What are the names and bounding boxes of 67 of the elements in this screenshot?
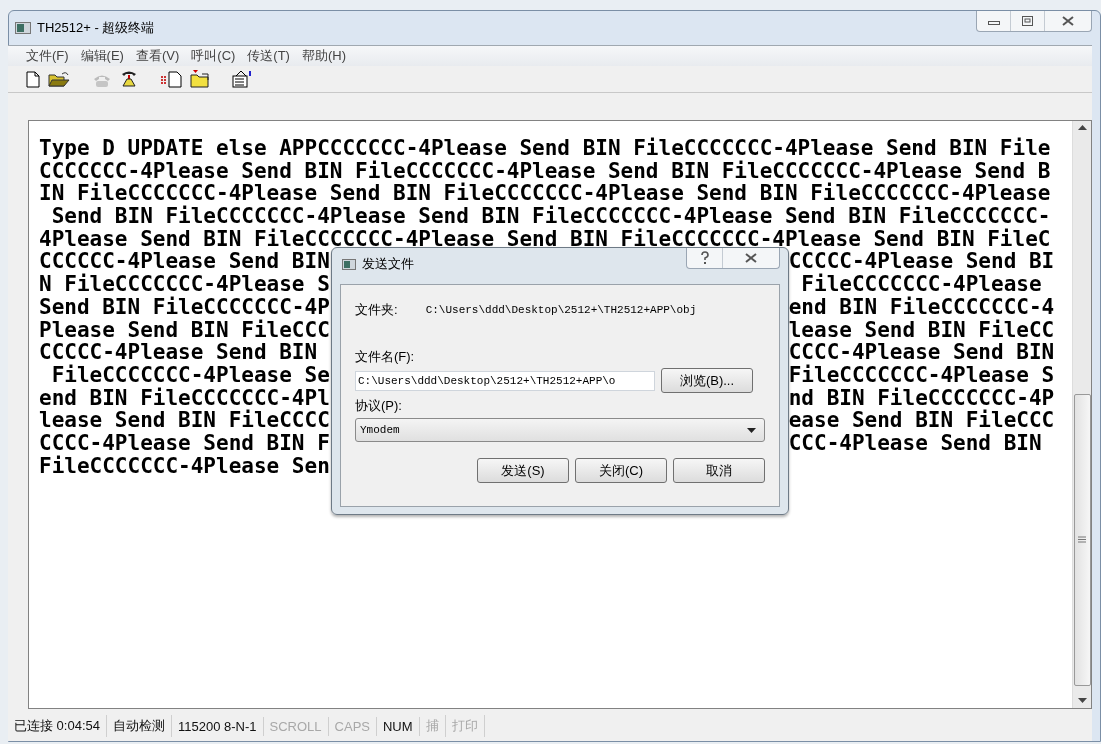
menu-item[interactable]: 呼叫(C) <box>191 47 236 65</box>
menu-item[interactable]: 帮助(H) <box>301 47 346 65</box>
terminal-line: CCCC-4Please Send BIN <box>788 341 1055 364</box>
terminal-line: Please Send BIN FileCCC <box>39 318 330 342</box>
terminal-line: 4Please Send BIN FileCCCCCCC-4Please Send BIN FileCCCCCCC-4Please Send BIN FileC <box>39 227 1052 251</box>
telephone-icon[interactable] <box>120 70 138 88</box>
close-icon <box>1062 16 1074 26</box>
close-icon <box>745 253 757 263</box>
vertical-scrollbar[interactable] <box>1072 121 1091 708</box>
filename-label: 文件名(F): <box>355 348 416 366</box>
dialog-button[interactable]: 取消 <box>673 458 765 483</box>
new-document-icon[interactable] <box>26 70 40 88</box>
help-icon <box>699 251 710 265</box>
terminal-line: CCC-4Please Send BIN <box>788 431 1043 455</box>
scroll-down-icon[interactable] <box>1077 698 1087 704</box>
receive-folder-icon[interactable] <box>190 70 210 88</box>
status-indicator: CAPS <box>328 716 377 736</box>
app-icon <box>15 22 31 34</box>
status-indicator: 已连接 0:04:54 <box>8 715 107 737</box>
terminal-line: FileCCCCCCC-4Please S <box>788 363 1055 387</box>
status-indicator: 115200 8-N-1 <box>172 716 264 736</box>
status-indicator: SCROLL <box>263 716 329 736</box>
menu-item[interactable]: 查看(V) <box>135 47 180 65</box>
terminal-line: Type D UPDATE else APPCCCCCCC-4Please Send BIN FileCCCCCCC-4Please Send BIN File <box>39 137 1052 160</box>
filename-field[interactable]: C:\Users\ddd\Desktop\2512+\TH2512+APP\o <box>355 370 655 391</box>
terminal-line: Send BIN FileCCCCCCC-4Please Send BIN FileCCCCCCC-4Please Send BIN FileCCCCCCC- <box>50 205 1052 228</box>
dropdown-caret-icon <box>747 427 756 433</box>
folder-label: 文件夹: <box>355 301 398 319</box>
menu-item[interactable]: 文件(F) <box>26 47 69 65</box>
dialog-title: 发送文件 <box>362 255 414 273</box>
terminal-line: CCCC-4Please Send BIN F <box>39 431 330 455</box>
terminal-line: N FileCCCCCCC-4Please S <box>39 273 330 296</box>
terminal-line: nd BIN FileCCCCCCC-4P <box>788 386 1055 410</box>
protocol-label: 协议(P): <box>355 397 403 415</box>
scroll-up-icon[interactable] <box>1077 125 1087 131</box>
terminal-line: FileCCCCCCC-4Please Sen <box>39 454 330 478</box>
terminal-line: CCCCC-4Please Send BIN <box>39 341 319 364</box>
terminal-line: end BIN FileCCCCCCC-4 <box>788 295 1055 319</box>
terminal-line: CCCCCCC-4Please Send BIN FileCCCCCCC-4Please Send BIN FileCCCCCCC-4Please Send B <box>39 159 1052 183</box>
window-title: TH2512+ - 超级终端 <box>37 19 155 37</box>
folder-path: C:\Users\ddd\Desktop\2512+\TH2512+APP\obj <box>425 304 697 316</box>
app-icon <box>342 258 356 270</box>
terminal-line: FileCCCCCCC-4Please <box>800 273 1042 296</box>
browse-button[interactable]: 浏览(B)... <box>661 368 753 393</box>
status-indicator: NUM <box>377 716 420 736</box>
protocol-dropdown[interactable]: Ymodem <box>355 418 765 442</box>
terminal-line: IN FileCCCCCCC-4Please Send BIN FileCCCCCCC-4Please Send BIN FileCCCCCCC-4Please <box>39 182 1052 206</box>
terminal-line: Send BIN FileCCCCCCC-4P <box>39 295 330 319</box>
send-document-icon[interactable] <box>160 70 182 88</box>
status-indicator: 打印 <box>445 715 485 737</box>
terminal-line: CCCCC-4Please Send BI <box>788 250 1055 274</box>
status-indicator: 自动检测 <box>107 715 172 737</box>
maximize-icon <box>1022 16 1033 26</box>
scrollbar-thumb[interactable] <box>1073 393 1091 686</box>
terminal-line: FileCCCCCCC-4Please Se <box>50 363 330 387</box>
terminal-line: CCCCCC-4Please Send BIN <box>39 250 330 274</box>
terminal-line: lease Send BIN FileCCCC <box>39 409 330 432</box>
status-indicator: 捕 <box>419 715 446 737</box>
dialog-button[interactable]: 关闭(C) <box>575 458 667 483</box>
menu-item[interactable]: 编辑(E) <box>80 47 124 65</box>
menu-item[interactable]: 传送(T) <box>247 47 290 65</box>
terminal-line: ease Send BIN FileCCC <box>788 409 1055 432</box>
terminal-line: end BIN FileCCCCCCC-4Pl <box>39 386 330 410</box>
open-folder-icon[interactable] <box>48 70 70 88</box>
properties-icon[interactable] <box>232 70 252 88</box>
terminal-line: lease Send BIN FileCC <box>788 318 1055 342</box>
dialog-button[interactable]: 发送(S) <box>477 458 569 483</box>
